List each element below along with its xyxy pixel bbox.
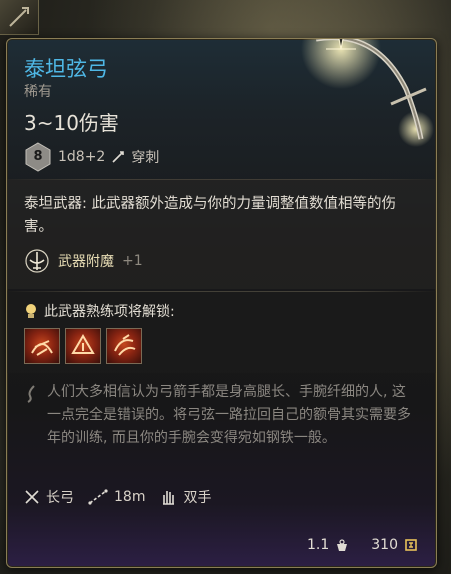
skill-icon[interactable]	[24, 328, 60, 364]
item-weight: 1.1	[307, 537, 330, 553]
gold-coin-icon	[405, 539, 417, 551]
skill-icon[interactable]	[65, 328, 101, 364]
weapon-handedness: 双手	[159, 487, 211, 507]
die-face: 8	[33, 149, 43, 164]
d8-die-icon: 8	[24, 142, 52, 172]
lightbulb-icon	[26, 304, 36, 318]
damage-range: 3~10伤害	[24, 111, 119, 135]
handedness-label: 双手	[183, 490, 212, 506]
skill-icon[interactable]	[106, 328, 142, 364]
enchantment-label: 武器附魔	[58, 254, 114, 270]
enchantment-bonus: +1	[122, 253, 143, 269]
item-rarity: 稀有	[24, 84, 52, 100]
item-name: 泰坦弦弓	[24, 57, 108, 81]
bow-illustration-icon	[301, 39, 434, 147]
skill-list	[24, 328, 142, 364]
item-description: 泰坦武器: 此武器额外造成与你的力量调整值数值相等的伤害。	[24, 196, 396, 235]
weapon-type: 长弓	[24, 487, 74, 507]
weight-icon	[337, 539, 348, 551]
weapon-properties: 长弓 18m 双手	[24, 487, 211, 507]
weapon-slot-icon	[9, 7, 29, 27]
weapon-range: 18m	[88, 489, 145, 505]
weapon-type-label: 长弓	[46, 490, 74, 506]
proficiency-unlock-row: 此武器熟练项将解锁:	[24, 301, 175, 321]
hand-icon	[163, 491, 175, 505]
quill-icon	[27, 385, 35, 403]
item-value: 310	[371, 537, 398, 553]
proficiency-unlock-text: 此武器熟练项将解锁:	[44, 304, 175, 320]
damage-type: 穿刺	[131, 150, 160, 166]
enchantment-icon	[25, 249, 49, 273]
damage-dice: 1d8+2	[58, 149, 106, 165]
range-label: 18m	[114, 489, 146, 505]
piercing-icon	[112, 151, 125, 163]
crossed-weapons-icon	[25, 490, 39, 504]
item-slot[interactable]	[0, 0, 39, 35]
item-tooltip: 泰坦弦弓 稀有 3~10伤害 8 1d8+2 穿刺 泰坦武器: 此武器额外造成与…	[6, 38, 437, 568]
lore-text: 人们大多相信认为弓箭手都是身高腿长、手腕纤细的人, 这一点完全是错误的。将弓弦一…	[47, 384, 411, 446]
damage-dice-row: 8 1d8+2 穿刺	[24, 142, 159, 172]
range-icon	[88, 489, 108, 505]
enchantment-row: 武器附魔 +1	[24, 248, 143, 274]
item-footer: 1.1 310	[307, 537, 418, 553]
